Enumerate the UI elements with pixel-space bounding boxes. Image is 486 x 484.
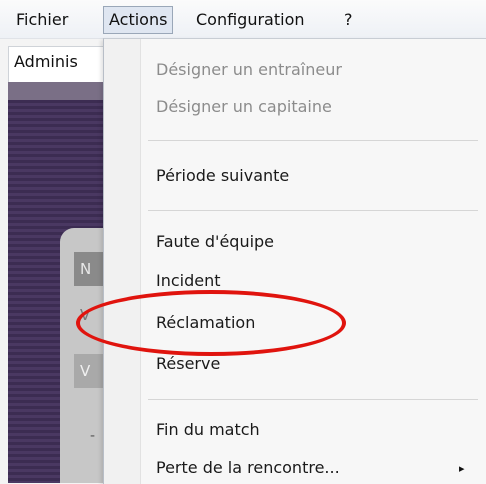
menu-bar: Fichier Actions Configuration ? (0, 0, 486, 39)
menu-configuration[interactable]: Configuration (190, 6, 311, 33)
menu-actions[interactable]: Actions (103, 6, 174, 34)
menu-item-designer-entraineur: Désigner un entraîneur (156, 60, 342, 79)
menu-item-periode-suivante[interactable]: Période suivante (156, 166, 289, 185)
menu-help[interactable]: ? (338, 6, 359, 33)
menu-item-designer-capitaine: Désigner un capitaine (156, 97, 332, 116)
menu-item-reserve[interactable]: Réserve (156, 354, 220, 373)
menu-item-incident[interactable]: Incident (156, 271, 221, 290)
actions-dropdown-menu: Désigner un entraîneur Désigner un capit… (103, 38, 486, 484)
menu-separator (148, 399, 478, 400)
card-dot: - (90, 428, 96, 444)
tab-administration[interactable]: Adminis (14, 52, 78, 71)
menu-fichier[interactable]: Fichier (10, 6, 74, 33)
menu-item-fin-du-match[interactable]: Fin du match (156, 420, 260, 439)
menu-icon-gutter (104, 39, 141, 484)
reclamation-highlight-ellipse (76, 290, 346, 356)
submenu-arrow-icon: ▸ (459, 462, 465, 475)
menu-item-perte-rencontre[interactable]: Perte de la rencontre... (156, 458, 340, 477)
menu-item-faute-equipe[interactable]: Faute d'équipe (156, 232, 274, 251)
menu-separator (148, 210, 478, 211)
menu-separator (148, 140, 478, 141)
